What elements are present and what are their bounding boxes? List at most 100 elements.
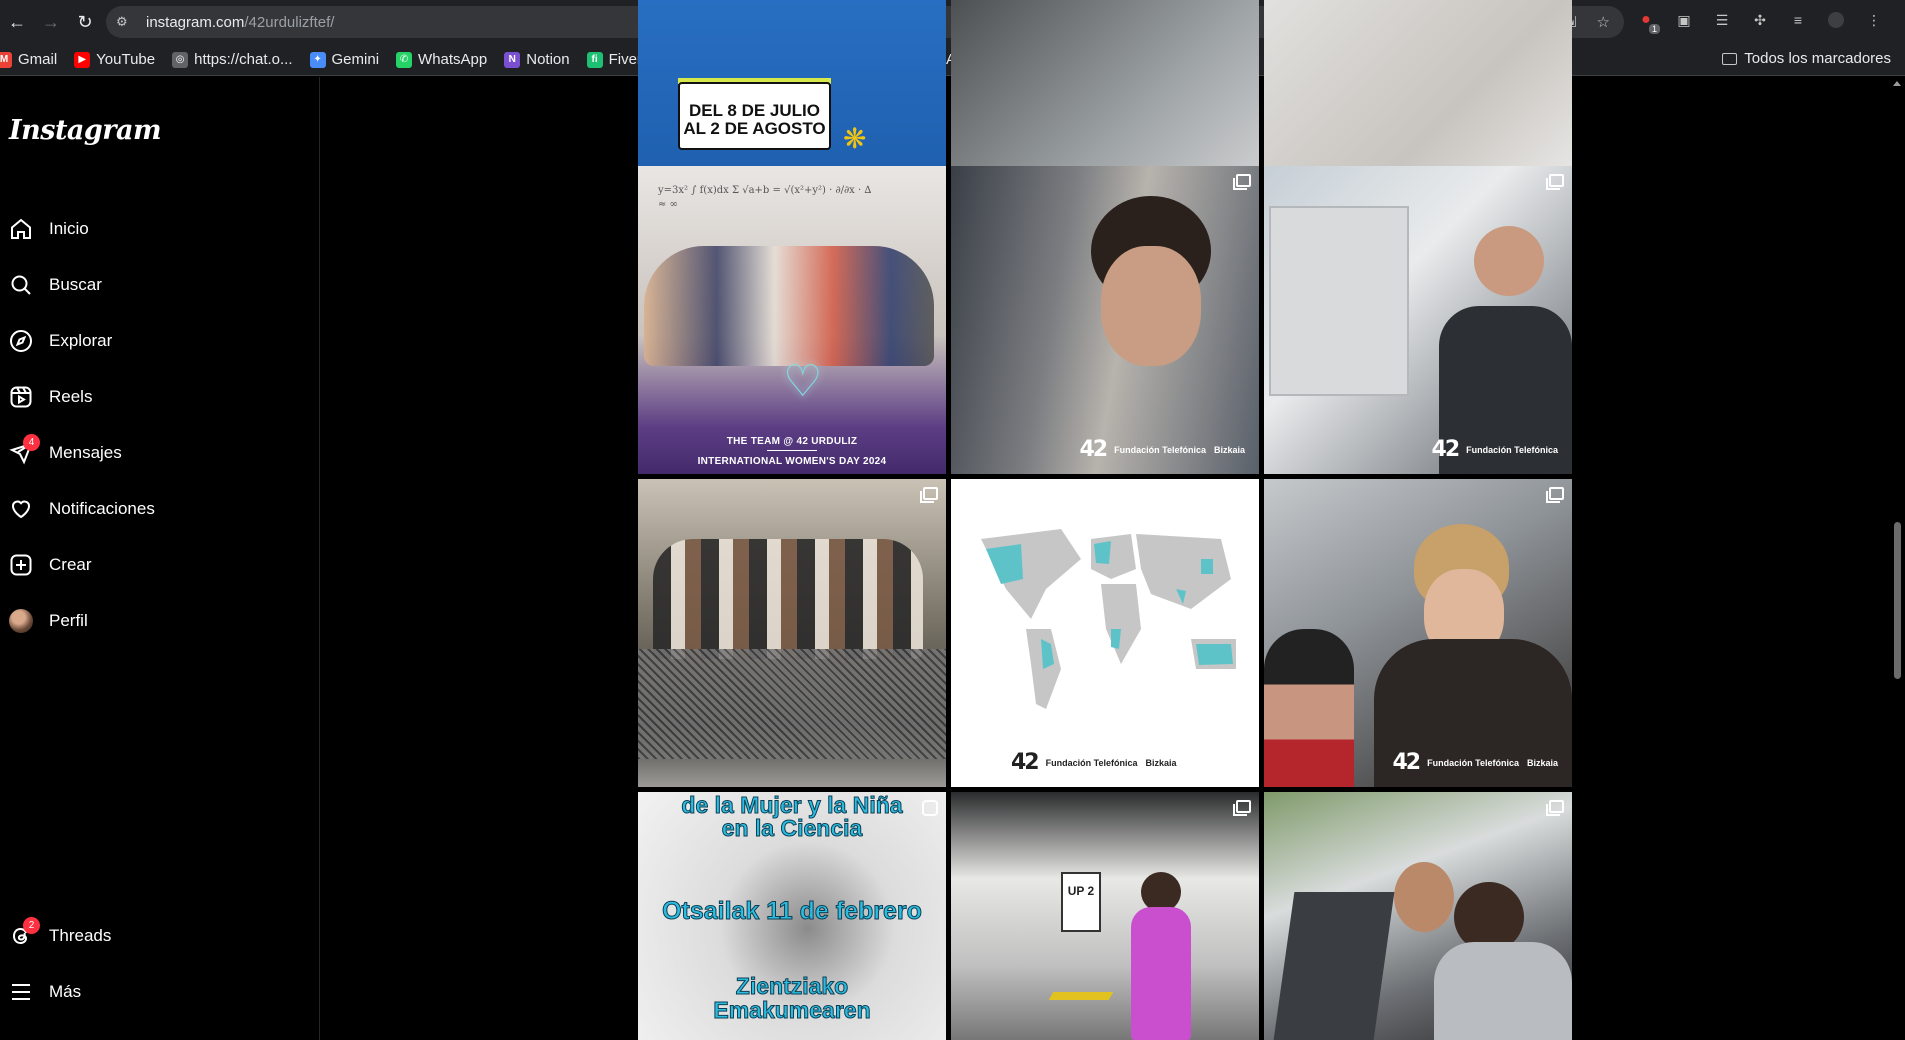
compass-icon xyxy=(8,328,34,354)
world-map xyxy=(981,529,1236,709)
bookmark-label: Notion xyxy=(526,51,570,68)
post-tile[interactable]: 42Fundación TelefónicaBizkaia xyxy=(951,166,1259,474)
railing xyxy=(638,649,946,759)
nav-perfil[interactable]: Perfil xyxy=(8,601,308,641)
person-pink-dress xyxy=(1131,907,1191,1040)
nav-reels[interactable]: Reels xyxy=(8,377,308,417)
multiple-photos-icon xyxy=(1546,800,1564,816)
poster-line: en la Ciencia xyxy=(721,815,863,841)
page-scrollbar[interactable] xyxy=(1890,77,1905,1040)
post-tile[interactable]: UP 2 xyxy=(951,792,1259,1040)
monitor xyxy=(1273,892,1395,1040)
nav-inicio[interactable]: Inicio xyxy=(8,209,308,249)
reels-icon xyxy=(8,384,34,410)
bookmark-label: YouTube xyxy=(96,51,156,68)
nav-mas[interactable]: Más xyxy=(8,972,308,1012)
poster-line: Otsailak 11 de febrero xyxy=(662,897,923,926)
heart-icon xyxy=(8,496,34,522)
up-floor-sign: UP 2 xyxy=(1061,872,1101,932)
nav-buscar[interactable]: Buscar xyxy=(8,265,308,305)
partner-logos: 42Fundación TelefónicaBizkaia xyxy=(1392,750,1559,775)
folder-icon xyxy=(1722,52,1738,65)
notion-icon: N xyxy=(504,51,521,68)
avatar xyxy=(9,609,33,633)
chatgpt-icon: ◎ xyxy=(172,51,189,68)
post-tile[interactable] xyxy=(1264,792,1572,1040)
post-tile[interactable]: 42Fundación TelefónicaBizkaia xyxy=(1264,479,1572,787)
bookmark-gemini[interactable]: ✦ Gemini xyxy=(309,51,380,68)
threads-icon: 2 xyxy=(8,917,40,949)
whatsapp-icon: ✆ xyxy=(396,51,413,68)
nav-label: Threads xyxy=(49,926,112,945)
nav-label: Mensajes xyxy=(49,443,122,462)
gmail-icon: M xyxy=(0,51,12,68)
all-bookmarks-button[interactable]: Todos los marcadores xyxy=(1722,50,1891,67)
bookmark-youtube[interactable]: ▶ YouTube xyxy=(74,51,155,68)
partner-logos: 42 Fundación Telefónica xyxy=(1431,437,1558,462)
scroll-up-arrow-icon[interactable] xyxy=(1893,81,1901,86)
messenger-icon: 4 xyxy=(8,434,40,466)
pineapple-icon: ❋ xyxy=(843,123,867,154)
women-day-caption: THE TEAM @ 42 URDULIZ INTERNATIONAL WOME… xyxy=(697,436,887,467)
menu-kebab-icon[interactable]: ⋮ xyxy=(1864,10,1884,30)
site-info-icon[interactable]: ⚙ xyxy=(116,14,136,30)
nav-label: Reels xyxy=(49,387,93,406)
nav-threads[interactable]: 2 Threads xyxy=(8,916,308,956)
profile-icon[interactable] xyxy=(1826,10,1846,30)
bookmark-label: Gemini xyxy=(331,51,380,68)
post-tile[interactable]: de la Mujer y la Niña en la Ciencia Otsa… xyxy=(638,792,946,1040)
poster-line: Zientziako xyxy=(735,973,849,999)
imac-screen xyxy=(1269,206,1409,396)
profile-post-grid: DEL 8 DE JULIO AL 2 DE AGOSTO ❋ 42Fundac… xyxy=(321,0,1881,1040)
post-tile[interactable]: y=3x² ∫ f(x)dx Σ √a+b = √(x²+y²) · ∂/∂x … xyxy=(638,166,946,474)
home-icon xyxy=(8,216,34,242)
nav-label: Perfil xyxy=(49,611,88,630)
media-control-icon[interactable]: ≡ xyxy=(1788,10,1808,30)
bookmark-label: Gmail xyxy=(18,51,58,68)
forward-button[interactable]: → xyxy=(34,5,68,39)
poster-line: Emakumearen xyxy=(713,997,871,1023)
all-bookmarks-label: Todos los marcadores xyxy=(1744,50,1891,67)
fiverr-icon: fi xyxy=(586,51,603,68)
youtube-icon: ▶ xyxy=(74,51,91,68)
extension-database-icon[interactable]: ☰ xyxy=(1712,10,1732,30)
bookmark-notion[interactable]: N Notion xyxy=(504,51,570,68)
extension-red-icon[interactable]: ● 1 xyxy=(1636,10,1660,34)
nav-explorar[interactable]: Explorar xyxy=(8,321,308,361)
multiple-photos-icon xyxy=(920,487,938,503)
nav-label: Explorar xyxy=(49,331,113,350)
nav-label: Notificaciones xyxy=(49,499,155,518)
nav-label: Inicio xyxy=(49,219,89,238)
nav-label: Más xyxy=(49,982,82,1001)
gemini-icon: ✦ xyxy=(309,51,326,68)
bookmark-whatsapp[interactable]: ✆ WhatsApp xyxy=(396,51,487,68)
multiple-photos-icon xyxy=(1233,800,1251,816)
post-tile[interactable] xyxy=(638,479,946,787)
url-text: instagram.com/42urdulizftef/ xyxy=(146,13,335,31)
bookmark-gmail[interactable]: M Gmail xyxy=(0,51,57,68)
back-button[interactable]: ← xyxy=(0,5,34,39)
nav-notificaciones[interactable]: Notificaciones xyxy=(8,489,308,529)
chalkboard-formulas: y=3x² ∫ f(x)dx Σ √a+b = √(x²+y²) · ∂/∂x … xyxy=(658,185,872,210)
group-photo xyxy=(644,246,934,366)
extensions-puzzle-icon[interactable]: ✣ xyxy=(1750,10,1770,30)
post-tile[interactable]: 42 Fundación Telefónica xyxy=(1264,166,1572,474)
threads-badge: 2 xyxy=(23,917,40,934)
menu-icon xyxy=(8,979,34,1005)
reload-button[interactable]: ↻ xyxy=(68,5,102,39)
multiple-photos-icon xyxy=(1233,174,1251,190)
messages-badge: 4 xyxy=(23,434,40,451)
nav-label: Buscar xyxy=(49,275,102,294)
poster-line: de la Mujer y la Niña xyxy=(681,792,903,818)
multiple-photos-icon xyxy=(1546,174,1564,190)
extension-chart-icon[interactable]: ▣ xyxy=(1674,10,1694,30)
nav-mensajes[interactable]: 4 Mensajes xyxy=(8,433,308,473)
scroll-thumb[interactable] xyxy=(1894,522,1901,679)
post-tile[interactable]: 42Fundación TelefónicaBizkaia xyxy=(951,479,1259,787)
bookmark-https-chat-o[interactable]: ◎ https://chat.o... xyxy=(172,51,293,68)
banner-dates: DEL 8 DE JULIO AL 2 DE AGOSTO xyxy=(678,82,831,150)
partner-logos: 42Fundación TelefónicaBizkaia xyxy=(1079,437,1246,462)
bookmark-star-icon[interactable]: ☆ xyxy=(1597,13,1610,31)
instagram-logo[interactable]: Instagram xyxy=(9,115,162,146)
nav-crear[interactable]: Crear xyxy=(8,545,308,585)
